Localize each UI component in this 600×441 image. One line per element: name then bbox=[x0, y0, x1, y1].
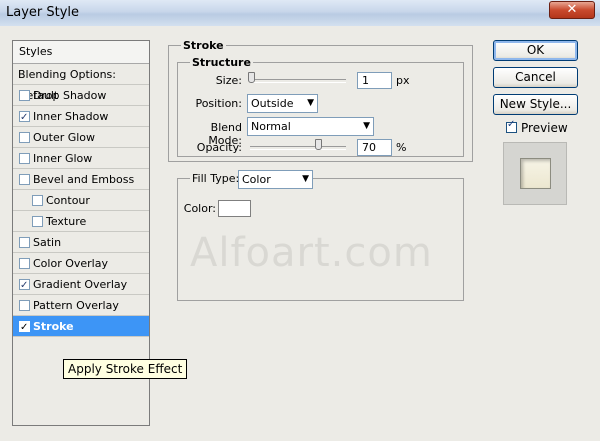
chevron-down-icon: ▼ bbox=[363, 121, 370, 131]
style-item-label: Gradient Overlay bbox=[33, 278, 128, 291]
color-label: Color: bbox=[183, 202, 216, 215]
chevron-down-icon: ▼ bbox=[307, 98, 314, 108]
style-checkbox[interactable] bbox=[19, 317, 30, 338]
style-item[interactable]: Satin bbox=[13, 232, 149, 253]
opacity-label: Opacity: bbox=[196, 141, 242, 154]
close-icon: ✕ bbox=[566, 2, 578, 17]
style-item-label: Inner Shadow bbox=[33, 110, 109, 123]
preview-thumbnail bbox=[503, 142, 567, 205]
style-checkbox[interactable] bbox=[19, 107, 30, 128]
style-item-label: Outer Glow bbox=[33, 131, 96, 144]
chevron-down-icon: ▼ bbox=[302, 174, 309, 184]
size-slider-thumb[interactable] bbox=[248, 72, 255, 83]
style-item-label: Stroke bbox=[33, 320, 74, 333]
preview-swatch bbox=[520, 158, 551, 189]
blend-mode-select[interactable]: Normal ▼ bbox=[247, 117, 374, 136]
window-title: Layer Style bbox=[6, 5, 80, 20]
opacity-unit: % bbox=[396, 141, 407, 154]
style-item[interactable]: Bevel and Emboss bbox=[13, 169, 149, 190]
structure-title: Structure bbox=[190, 56, 253, 69]
style-item[interactable]: Texture bbox=[13, 211, 149, 232]
opacity-slider-thumb[interactable] bbox=[315, 139, 322, 150]
size-input[interactable]: 1 bbox=[357, 72, 392, 89]
stroke-title: Stroke bbox=[181, 39, 226, 52]
style-item[interactable]: Stroke bbox=[13, 316, 149, 338]
style-checkbox[interactable] bbox=[19, 300, 30, 311]
size-label: Size: bbox=[215, 74, 242, 87]
style-item[interactable]: Blending Options: Default bbox=[13, 64, 149, 102]
style-item[interactable]: Pattern Overlay bbox=[13, 295, 149, 316]
style-item-label: Color Overlay bbox=[33, 257, 108, 270]
opacity-slider-track[interactable] bbox=[250, 146, 346, 150]
size-slider-track[interactable] bbox=[250, 79, 346, 83]
ok-button[interactable]: OK bbox=[493, 40, 578, 61]
dialog-body: Styles Blending Options: Default Drop Sha… bbox=[0, 26, 600, 441]
fill-type-value: Color bbox=[242, 173, 271, 186]
preview-checkbox[interactable] bbox=[506, 119, 517, 133]
style-items: Blending Options: DefaultDrop Shadow Inne… bbox=[13, 64, 149, 338]
cancel-button[interactable]: Cancel bbox=[493, 67, 578, 88]
style-item[interactable]: Drop Shadow bbox=[13, 85, 149, 106]
style-checkbox[interactable] bbox=[19, 90, 30, 101]
style-checkbox[interactable] bbox=[19, 132, 30, 143]
style-item-label: Satin bbox=[33, 236, 62, 249]
preview-label: Preview bbox=[521, 121, 568, 135]
style-item[interactable]: Color Overlay bbox=[13, 253, 149, 274]
style-item-label: Pattern Overlay bbox=[33, 299, 119, 312]
style-checkbox[interactable] bbox=[19, 153, 30, 164]
style-item-label: Drop Shadow bbox=[33, 89, 107, 102]
style-item[interactable]: Inner Shadow bbox=[13, 106, 149, 128]
style-item-label: Contour bbox=[46, 194, 90, 207]
position-value: Outside bbox=[251, 97, 294, 110]
style-item[interactable]: Contour bbox=[13, 190, 149, 211]
style-item-label: Texture bbox=[46, 215, 87, 228]
watermark: Alfoart.com bbox=[190, 230, 433, 276]
style-checkbox[interactable] bbox=[19, 275, 30, 296]
fill-type-select[interactable]: Color ▼ bbox=[238, 170, 313, 189]
position-select[interactable]: Outside ▼ bbox=[247, 94, 318, 113]
style-item[interactable]: Gradient Overlay bbox=[13, 274, 149, 296]
style-item-label: Inner Glow bbox=[33, 152, 93, 165]
opacity-input[interactable]: 70 bbox=[357, 139, 392, 156]
styles-header[interactable]: Styles bbox=[13, 41, 149, 64]
blend-mode-value: Normal bbox=[251, 120, 291, 133]
title-bar[interactable]: Layer Style ✕ bbox=[0, 0, 600, 27]
color-swatch[interactable] bbox=[218, 200, 251, 217]
size-unit: px bbox=[396, 74, 410, 87]
style-checkbox[interactable] bbox=[19, 174, 30, 185]
style-checkbox[interactable] bbox=[19, 258, 30, 269]
fill-type-label: Fill Type: bbox=[190, 172, 242, 185]
style-checkbox[interactable] bbox=[32, 195, 43, 206]
new-style-button[interactable]: New Style... bbox=[493, 94, 578, 115]
style-item-label: Bevel and Emboss bbox=[33, 173, 135, 186]
style-checkbox[interactable] bbox=[19, 237, 30, 248]
position-label: Position: bbox=[195, 97, 242, 110]
close-button[interactable]: ✕ bbox=[549, 1, 595, 19]
style-item[interactable]: Outer Glow bbox=[13, 127, 149, 148]
style-item[interactable]: Inner Glow bbox=[13, 148, 149, 169]
style-checkbox[interactable] bbox=[32, 216, 43, 227]
tooltip: Apply Stroke Effect bbox=[63, 359, 188, 379]
